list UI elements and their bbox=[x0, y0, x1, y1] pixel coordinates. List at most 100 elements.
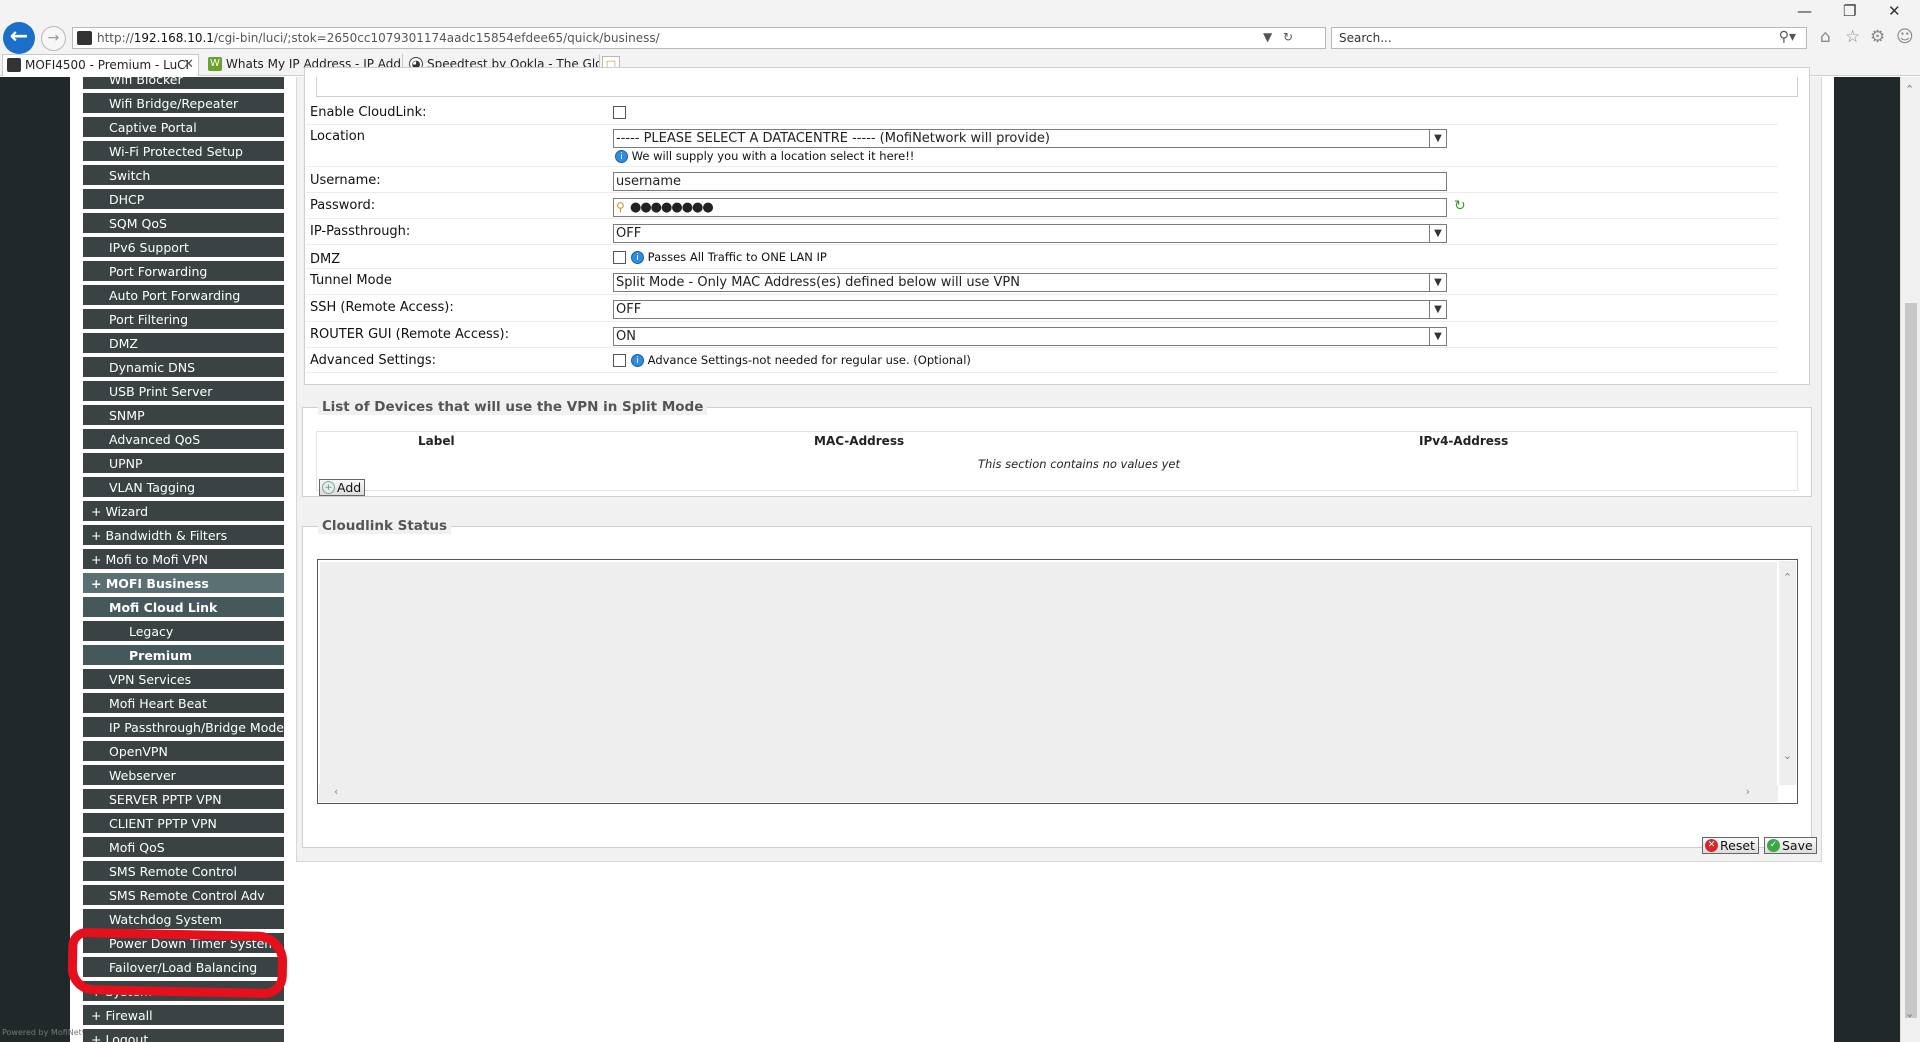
username-field[interactable]: username bbox=[613, 172, 1447, 191]
sidebar-item-server-pptp-vpn[interactable]: SERVER PPTP VPN bbox=[83, 789, 284, 811]
location-select[interactable]: ----- PLEASE SELECT A DATACENTRE ----- (… bbox=[613, 129, 1447, 148]
sidebar-item-auto-port-forwarding[interactable]: Auto Port Forwarding bbox=[83, 285, 284, 307]
home-icon[interactable]: ⌂ bbox=[1820, 27, 1831, 47]
address-bar[interactable]: http://192.168.10.1/cgi-bin/luci/;stok=2… bbox=[72, 27, 1326, 49]
w-favicon-icon: W bbox=[208, 57, 222, 71]
search-input[interactable]: Search... bbox=[1339, 31, 1392, 45]
cloudlink-status-textarea[interactable]: ⌃ ⌄ ‹ › bbox=[317, 559, 1798, 804]
sidebar-item-label: + Bandwidth & Filters bbox=[91, 528, 228, 543]
chevron-down-icon[interactable]: ▼ bbox=[1429, 328, 1446, 345]
info-icon: i bbox=[631, 354, 644, 367]
sidebar-item-mofi-heart-beat[interactable]: Mofi Heart Beat bbox=[83, 693, 284, 715]
sidebar-item-vpn-services[interactable]: VPN Services bbox=[83, 669, 284, 691]
minimize-icon[interactable]: — bbox=[1797, 2, 1812, 20]
sidebar-item-dynamic-dns[interactable]: Dynamic DNS bbox=[83, 357, 284, 379]
sidebar-item-power-down-timer[interactable]: Power Down Timer System bbox=[83, 933, 284, 955]
sidebar-item-dhcp[interactable]: DHCP bbox=[83, 189, 284, 211]
chevron-down-icon[interactable]: ▼ bbox=[1429, 274, 1446, 291]
sidebar-item-legacy[interactable]: Legacy bbox=[83, 621, 284, 643]
sidebar-item-snmp[interactable]: SNMP bbox=[83, 405, 284, 427]
status-vertical-scrollbar[interactable]: ⌃ ⌄ bbox=[1779, 561, 1796, 785]
sidebar-item-label: Wi-Fi Protected Setup bbox=[109, 144, 243, 159]
status-horizontal-scrollbar[interactable]: ‹ › bbox=[319, 785, 1778, 802]
sidebar-item-mofi-qos[interactable]: Mofi QoS bbox=[83, 837, 284, 859]
sidebar-item-premium[interactable]: Premium bbox=[83, 645, 284, 667]
sidebar-item-webserver[interactable]: Webserver bbox=[83, 765, 284, 787]
sidebar-item-mofi-cloud-link[interactable]: Mofi Cloud Link bbox=[83, 597, 284, 619]
sidebar-item-label: Mofi Heart Beat bbox=[109, 696, 207, 711]
sidebar-item-wizard[interactable]: + Wizard bbox=[83, 501, 284, 523]
sidebar-item-captive-portal[interactable]: Captive Portal bbox=[83, 117, 284, 139]
chevron-down-icon[interactable]: ▼ bbox=[1429, 130, 1446, 147]
search-box[interactable]: Search... ⚲▾ bbox=[1331, 27, 1807, 49]
chevron-down-icon[interactable]: ▼ bbox=[1429, 301, 1446, 318]
sidebar-item-wifi-bridge[interactable]: Wifi Bridge/Repeater bbox=[83, 93, 284, 115]
password-value: ●●●●●●●● bbox=[630, 200, 714, 215]
sidebar-item-firewall[interactable]: + Firewall bbox=[83, 1005, 284, 1027]
restore-icon[interactable]: ❐ bbox=[1843, 2, 1856, 20]
sidebar-item-ip-passthrough[interactable]: IP Passthrough/Bridge Mode bbox=[83, 717, 284, 739]
back-button[interactable]: ← bbox=[3, 22, 35, 54]
sidebar-item-client-pptp-vpn[interactable]: CLIENT PPTP VPN bbox=[83, 813, 284, 835]
sidebar-item-vlan-tagging[interactable]: VLAN Tagging bbox=[83, 477, 284, 499]
settings-gear-icon[interactable]: ⚙ bbox=[1870, 27, 1885, 47]
scroll-left-icon[interactable]: ‹ bbox=[334, 785, 338, 798]
enable-cloudlink-checkbox[interactable] bbox=[613, 106, 626, 119]
column-header-label: Label bbox=[418, 434, 455, 448]
sidebar-item-port-forwarding[interactable]: Port Forwarding bbox=[83, 261, 284, 283]
chevron-down-icon[interactable]: ▼ bbox=[1429, 225, 1446, 242]
router-gui-select[interactable]: ON ▼ bbox=[613, 327, 1447, 346]
scroll-down-icon[interactable]: ⌄ bbox=[1779, 749, 1796, 762]
reveal-password-icon[interactable]: ↻ bbox=[1454, 198, 1466, 214]
forward-button[interactable]: → bbox=[41, 26, 66, 51]
sidebar-item-sms-remote-control[interactable]: SMS Remote Control bbox=[83, 861, 284, 883]
sidebar-item-label: Auto Port Forwarding bbox=[109, 288, 241, 303]
sidebar-item-system[interactable]: + System bbox=[83, 981, 284, 1003]
sidebar-item-ipv6[interactable]: IPv6 Support bbox=[83, 237, 284, 259]
close-tab-icon[interactable]: ✕ bbox=[183, 55, 194, 75]
address-dropdown-icon[interactable]: ▼ bbox=[1263, 30, 1272, 44]
dmz-checkbox[interactable] bbox=[613, 251, 626, 264]
sidebar-item-dmz[interactable]: DMZ bbox=[83, 333, 284, 355]
ssh-select[interactable]: OFF ▼ bbox=[613, 300, 1447, 319]
add-device-button[interactable]: + Add bbox=[319, 479, 366, 496]
advanced-settings-checkbox[interactable] bbox=[613, 354, 626, 367]
tab-luci[interactable]: MOFI4500 - Premium - LuCI ✕ bbox=[2, 54, 199, 76]
ip-passthrough-select[interactable]: OFF ▼ bbox=[613, 224, 1447, 243]
sidebar-item-watchdog-system[interactable]: Watchdog System bbox=[83, 909, 284, 931]
settings-top-divider bbox=[316, 77, 1798, 97]
sidebar-item-mofi-business[interactable]: + MOFI Business bbox=[83, 573, 284, 595]
sidebar-item-logout[interactable]: + Logout bbox=[83, 1029, 284, 1042]
sidebar-item-wps[interactable]: Wi-Fi Protected Setup bbox=[83, 141, 284, 163]
sidebar-item-wifi-blocker[interactable]: Wifi Blocker bbox=[83, 77, 284, 91]
scroll-down-icon[interactable]: ⌄ bbox=[1905, 1007, 1914, 1020]
scrollbar-thumb[interactable] bbox=[1905, 303, 1917, 1018]
page-scrollbar[interactable]: ⌃ ⌄ bbox=[1900, 77, 1920, 1042]
sidebar-item-upnp[interactable]: UPNP bbox=[83, 453, 284, 475]
sidebar-item-sms-remote-control-adv[interactable]: SMS Remote Control Adv bbox=[83, 885, 284, 907]
sidebar-item-label: + Logout bbox=[91, 1032, 149, 1042]
close-window-icon[interactable]: ✕ bbox=[1888, 2, 1901, 20]
sidebar-item-openvpn[interactable]: OpenVPN bbox=[83, 741, 284, 763]
reset-button[interactable]: ✕ Reset bbox=[1702, 837, 1759, 854]
scroll-up-icon[interactable]: ⌃ bbox=[1905, 83, 1914, 96]
feedback-smiley-icon[interactable]: ☺ bbox=[1896, 27, 1914, 47]
sidebar-item-mofi-to-mofi-vpn[interactable]: + Mofi to Mofi VPN bbox=[83, 549, 284, 571]
sidebar-item-label: + System bbox=[91, 984, 153, 999]
sidebar-item-bandwidth-filters[interactable]: + Bandwidth & Filters bbox=[83, 525, 284, 547]
scroll-right-icon[interactable]: › bbox=[1746, 785, 1750, 798]
search-icon[interactable]: ⚲▾ bbox=[1779, 29, 1796, 45]
refresh-icon[interactable]: ↻ bbox=[1283, 30, 1293, 44]
save-button[interactable]: ✓ Save bbox=[1764, 837, 1817, 854]
sidebar-item-port-filtering[interactable]: Port Filtering bbox=[83, 309, 284, 331]
password-field[interactable]: ⚲ ●●●●●●●● bbox=[613, 198, 1447, 217]
scroll-up-icon[interactable]: ⌃ bbox=[1779, 571, 1796, 584]
sidebar-item-advanced-qos[interactable]: Advanced QoS bbox=[83, 429, 284, 451]
sidebar-item-switch[interactable]: Switch bbox=[83, 165, 284, 187]
column-header-mac: MAC-Address bbox=[814, 434, 905, 448]
tunnel-mode-select[interactable]: Split Mode - Only MAC Address(es) define… bbox=[613, 273, 1447, 292]
sidebar-item-sqm-qos[interactable]: SQM QoS bbox=[83, 213, 284, 235]
favorites-star-icon[interactable]: ☆ bbox=[1845, 27, 1860, 47]
sidebar-item-failover-load-balancing[interactable]: Failover/Load Balancing bbox=[83, 957, 284, 979]
sidebar-item-usb-print-server[interactable]: USB Print Server bbox=[83, 381, 284, 403]
